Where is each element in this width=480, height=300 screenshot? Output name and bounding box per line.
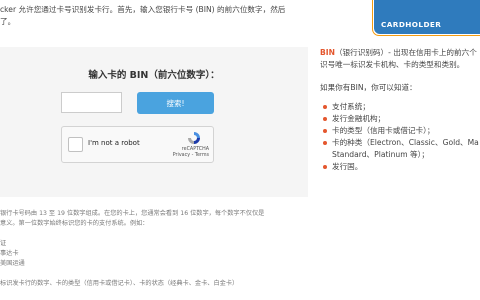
note-line xyxy=(0,229,310,239)
bin-info-list: 支付系统； 发行金融机构； 卡的类型（信用卡或借记卡）； 卡的种类（Electr… xyxy=(320,101,480,173)
note-line xyxy=(0,269,310,279)
form-title: 输入卡的 BIN（前六位数字）： xyxy=(88,70,220,81)
note-line: 标识发卡行的数字、卡的类型（信用卡或借记卡）、卡的状态（经典卡、金卡、白金卡） xyxy=(0,280,239,287)
bin-term: BIN xyxy=(320,48,335,57)
card-holder-label: CARDHOLDER xyxy=(381,20,442,29)
recaptcha-privacy-terms-link[interactable]: Privacy - Terms xyxy=(173,153,209,159)
bin-input[interactable] xyxy=(61,92,122,113)
definition-text: （银行识别码）- 出现在信用卡上的前六个 xyxy=(334,48,477,57)
note-line: 美国运通 xyxy=(0,260,25,267)
bin-info-subtitle: 如果你有BIN，你可以知道： xyxy=(320,83,417,92)
recaptcha-brand: reCAPTCHA Privacy - Terms xyxy=(173,147,209,159)
intro-text: cker 允许您通过卡号识别发卡行。首先，输入您银行卡号 (BIN) 的前六位数… xyxy=(0,4,315,28)
bin-lookup-form: 输入卡的 BIN（前六位数字）： 搜索! I'm not a robot reC… xyxy=(0,47,308,197)
list-item: 支付系统； xyxy=(320,101,480,113)
bin-explanation: 银行卡号码由 13 至 19 位数字组成。在您的卡上，您通常会看到 16 位数字… xyxy=(0,209,310,289)
recaptcha-checkbox[interactable] xyxy=(68,137,83,152)
note-line: 证 xyxy=(0,240,7,247)
note-line: 意义。第一位数字始终标识您的卡的支付系统。例如： xyxy=(0,220,149,227)
recaptcha-logo-icon xyxy=(188,132,200,144)
list-item-continued: Standard、Platinum 等）； xyxy=(332,150,429,159)
definition-line: 识号唯一标识发卡机构、卡的类型和类别。 xyxy=(320,60,465,69)
intro-line: 了。 xyxy=(0,17,16,26)
recaptcha-label: I'm not a robot xyxy=(88,139,140,147)
recaptcha-widget: I'm not a robot reCAPTCHA Privacy - Term… xyxy=(61,126,214,163)
bin-definition: BIN（银行识别码）- 出现在信用卡上的前六个 识号唯一标识发卡机构、卡的类型和… xyxy=(320,47,480,71)
list-item: 卡的种类（Electron、Classic、Gold、Ma xyxy=(320,137,480,149)
intro-line: cker 允许您通过卡号识别发卡行。首先，输入您银行卡号 (BIN) 的前六位数… xyxy=(0,5,286,14)
list-item: 卡的类型（信用卡或借记卡）； xyxy=(320,125,480,137)
note-line: 银行卡号码由 13 至 19 位数字组成。在您的卡上，您通常会看到 16 位数字… xyxy=(0,210,265,217)
list-item: 发行金融机构； xyxy=(320,113,480,125)
search-button[interactable]: 搜索! xyxy=(137,92,214,114)
definition-line: BIN（银行识别码）- 出现在信用卡上的前六个 xyxy=(320,47,480,59)
list-item: 发行国。 xyxy=(320,161,480,173)
note-line: 事达卡 xyxy=(0,250,19,257)
